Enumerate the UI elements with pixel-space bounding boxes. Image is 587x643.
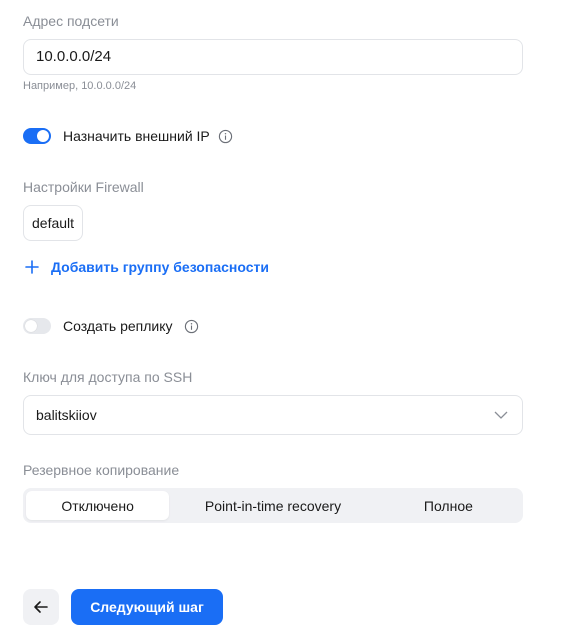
external-ip-toggle[interactable] (23, 128, 51, 144)
toggle-knob (25, 320, 37, 332)
backup-segmented-control: Отключено Point-in-time recovery Полное (23, 488, 523, 523)
replica-toggle[interactable] (23, 318, 51, 334)
toggle-knob (37, 130, 49, 142)
ssh-key-select[interactable]: balitskiiov (23, 395, 523, 435)
security-group-chip[interactable]: default (23, 205, 84, 241)
ssh-key-value: balitskiiov (36, 407, 97, 423)
plus-icon (25, 260, 39, 274)
subnet-input[interactable]: 10.0.0.0/24 (23, 39, 523, 75)
external-ip-label: Назначить внешний IP (63, 128, 210, 144)
info-icon[interactable] (218, 129, 233, 144)
arrow-left-icon (34, 601, 48, 613)
back-button[interactable] (23, 589, 59, 625)
ssh-key-label: Ключ для доступа по SSH (23, 369, 193, 385)
backup-option-pitr[interactable]: Point-in-time recovery (169, 491, 377, 520)
firewall-label: Настройки Firewall (23, 179, 144, 195)
chevron-down-icon (494, 411, 508, 419)
add-security-group-button[interactable]: Добавить группу безопасности (23, 257, 269, 277)
backup-label: Резервное копирование (23, 462, 180, 478)
add-security-group-label: Добавить группу безопасности (51, 259, 269, 275)
info-icon[interactable] (184, 319, 199, 334)
backup-option-full[interactable]: Полное (377, 491, 520, 520)
backup-option-disabled[interactable]: Отключено (26, 491, 170, 520)
subnet-hint: Например, 10.0.0.0/24 (23, 80, 137, 92)
replica-label: Создать реплику (63, 318, 173, 334)
subnet-label: Адрес подсети (23, 13, 119, 29)
next-step-button[interactable]: Следующий шаг (71, 589, 223, 625)
